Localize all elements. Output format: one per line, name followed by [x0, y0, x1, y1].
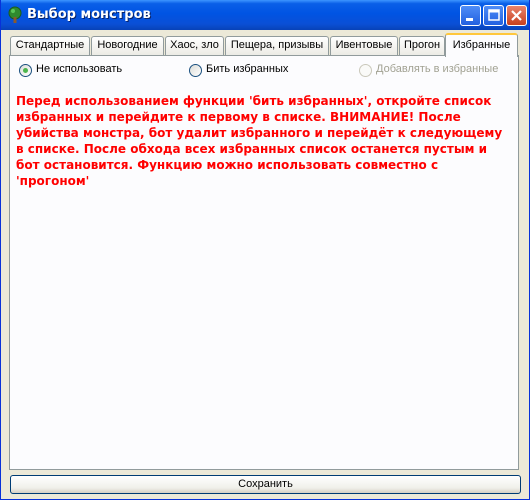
tab-cave-summons[interactable]: Пещера, призывы	[225, 36, 329, 55]
radio-label: Не использовать	[36, 63, 123, 75]
minimize-icon	[466, 18, 473, 21]
radio-label: Добавлять в избранные	[376, 63, 499, 75]
favorites-tab-panel: Не использовать Бить избранных Добавлять…	[9, 55, 519, 470]
tab-strip: Стандартные Новогодние Хаос, зло Пещера,…	[9, 33, 519, 57]
maximize-icon	[488, 9, 500, 21]
window-title: Выбор монстров	[27, 7, 151, 22]
radio-hit-favorites[interactable]: Бить избранных	[189, 63, 329, 79]
maximize-button[interactable]	[483, 5, 504, 26]
warning-text: Перед использованием функции 'бить избра…	[16, 94, 503, 188]
tab-chaos-evil[interactable]: Хаос, зло	[165, 36, 224, 55]
tab-standard[interactable]: Стандартные	[10, 36, 90, 55]
tab-run[interactable]: Прогон	[399, 36, 445, 55]
monster-select-window: Выбор монстров Стандартные Новогодние Ха…	[0, 0, 530, 500]
tab-new-year[interactable]: Новогодние	[91, 36, 164, 55]
title-bar[interactable]: Выбор монстров	[1, 0, 529, 30]
radio-do-not-use[interactable]: Не использовать	[19, 63, 169, 79]
radio-button[interactable]	[19, 64, 32, 77]
radio-button[interactable]	[189, 64, 202, 77]
close-icon	[511, 10, 522, 21]
radio-button	[359, 64, 372, 77]
save-button[interactable]: Сохранить	[10, 475, 521, 494]
tab-events[interactable]: Ивентовые	[330, 36, 398, 55]
tree-icon	[8, 6, 22, 23]
minimize-button[interactable]	[460, 5, 481, 26]
radio-checked-dot	[23, 68, 28, 73]
close-button[interactable]	[506, 5, 527, 26]
radio-label: Бить избранных	[206, 63, 289, 75]
tab-favorites[interactable]: Избранные	[445, 33, 518, 57]
radio-add-to-favorites: Добавлять в избранные	[359, 63, 509, 79]
